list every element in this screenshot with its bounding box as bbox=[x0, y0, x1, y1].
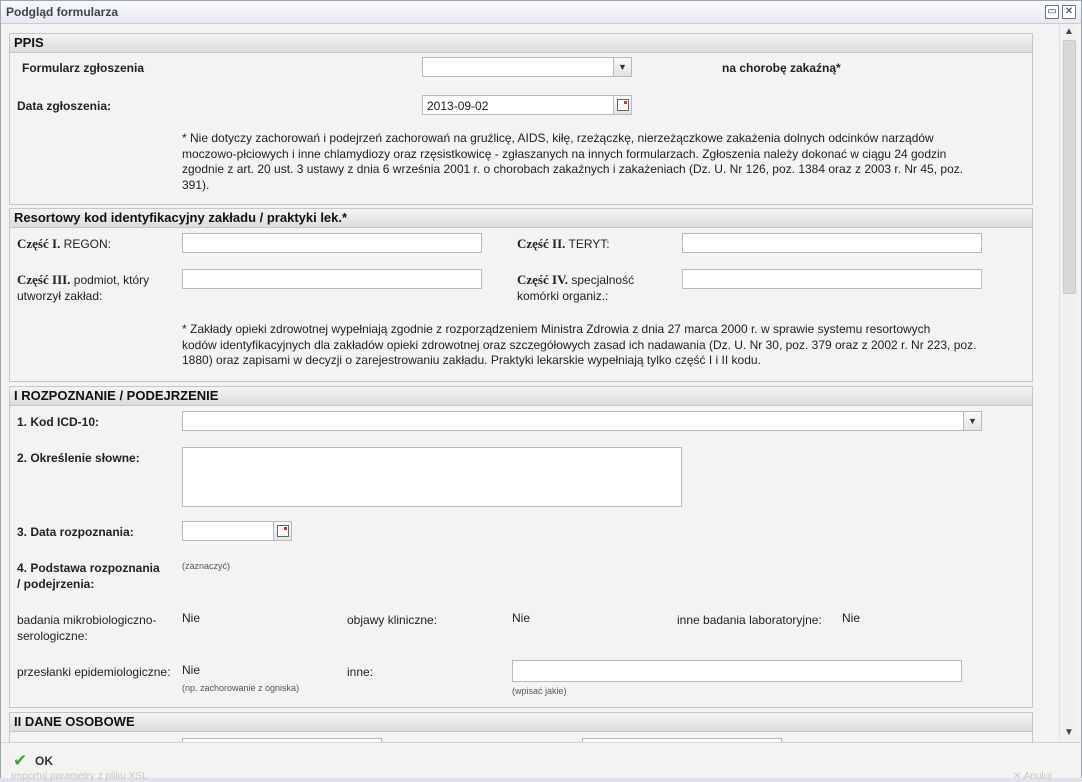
form-type-label: Formularz zgłoszenia bbox=[22, 61, 145, 75]
epi-value[interactable]: Nie bbox=[182, 662, 200, 678]
report-date-field[interactable]: 2013-09-02 bbox=[422, 95, 632, 115]
diagnosis-date-field[interactable] bbox=[182, 521, 292, 541]
part1-label: Część I. REGON: bbox=[17, 236, 112, 251]
ppis-note: * Nie dotyczy zachorowań i podejrzeń zac… bbox=[182, 131, 964, 192]
report-date-label: Data zgłoszenia: bbox=[17, 99, 112, 113]
chevron-down-icon[interactable]: ▼ bbox=[613, 58, 631, 76]
background-import-text: Importuj parametry z pliku XSL bbox=[11, 771, 148, 782]
lab-value[interactable]: Nie bbox=[842, 610, 860, 626]
close-icon[interactable]: ✕ bbox=[1062, 5, 1076, 19]
diagnosis-date-label: 3. Data rozpoznania: bbox=[17, 525, 134, 539]
micro-label: badania mikrobiologiczno-serologiczne: bbox=[17, 613, 157, 643]
section-header-ppis: PPIS bbox=[10, 34, 1032, 53]
section-ppis: PPIS Formularz zgłoszenia ▼ na chorobę z… bbox=[9, 33, 1033, 205]
micro-value[interactable]: Nie bbox=[182, 610, 200, 626]
section-diagnosis: I ROZPOZNANIE / PODEJRZENIE 1. Kod ICD-1… bbox=[9, 386, 1033, 708]
epi-hint: (np. zachorowanie z ogniska) bbox=[182, 683, 300, 693]
teryt-field[interactable] bbox=[682, 233, 982, 253]
form-type-select[interactable]: ▼ bbox=[422, 57, 632, 77]
regon-field[interactable] bbox=[182, 233, 482, 253]
title-bar: Podgląd formularza ▭ ✕ bbox=[1, 1, 1081, 24]
icd-select[interactable]: ▼ bbox=[182, 411, 982, 431]
symptoms-value[interactable]: Nie bbox=[512, 610, 530, 626]
section-personal: II DANE OSOBOWE bbox=[9, 712, 1033, 742]
lab-label: inne badania laboratoryjne: bbox=[677, 613, 822, 627]
section-resort-code: Resortowy kod identyfikacyjny zakładu / … bbox=[9, 208, 1033, 382]
form-content: PPIS Formularz zgłoszenia ▼ na chorobę z… bbox=[1, 24, 1059, 742]
calendar-icon[interactable] bbox=[613, 96, 631, 114]
scroll-up-icon[interactable]: ▲ bbox=[1064, 26, 1074, 37]
verbal-label: 2. Określenie słowne: bbox=[17, 451, 140, 465]
epi-label: przesłanki epidemiologiczne: bbox=[17, 665, 171, 679]
symptoms-label: objawy kliniczne: bbox=[347, 613, 438, 627]
part2-label: Część II. TERYT: bbox=[517, 236, 610, 251]
form-preview-window: Podgląd formularza ▭ ✕ PPIS Formularz zg… bbox=[0, 0, 1082, 782]
background-cancel-text: ✕ Anuluj bbox=[1013, 771, 1052, 782]
calendar-icon[interactable] bbox=[273, 522, 291, 540]
other-hint: (wpisać jakie) bbox=[512, 686, 567, 696]
section-header-personal: II DANE OSOBOWE bbox=[10, 713, 1032, 732]
chevron-down-icon[interactable]: ▼ bbox=[963, 412, 981, 430]
dialog-footer: ✔ OK Importuj parametry z pliku XSL ✕ An… bbox=[1, 742, 1081, 782]
entity-field[interactable] bbox=[182, 269, 482, 289]
section-header-resort: Resortowy kod identyfikacyjny zakładu / … bbox=[10, 209, 1032, 228]
restore-icon[interactable]: ▭ bbox=[1045, 5, 1059, 19]
window-title: Podgląd formularza bbox=[6, 5, 119, 19]
part3-label: Część III. podmiot, który utworzył zakład… bbox=[17, 272, 150, 303]
part4-label: Część IV. specjalność komórki organiz.: bbox=[517, 272, 635, 303]
icd-label: 1. Kod ICD-10: bbox=[17, 415, 100, 429]
scroll-thumb[interactable] bbox=[1063, 40, 1076, 294]
other-label: inne: bbox=[347, 665, 374, 679]
other-field[interactable] bbox=[512, 660, 962, 682]
check-icon: ✔ bbox=[13, 751, 28, 770]
disease-label: na chorobę zakaźną* bbox=[722, 61, 841, 75]
basis-hint: (zaznaczyć) bbox=[182, 561, 231, 571]
scroll-down-icon[interactable]: ▼ bbox=[1064, 727, 1074, 738]
resort-note: * Zakłady opieki zdrowotnej wypełniają z… bbox=[182, 322, 977, 367]
basis-label: 4. Podstawa rozpoznania / podejrzenia: bbox=[17, 561, 160, 591]
specialty-field[interactable] bbox=[682, 269, 982, 289]
verbal-textarea[interactable] bbox=[182, 447, 682, 507]
section-header-diagnosis: I ROZPOZNANIE / PODEJRZENIE bbox=[10, 387, 1032, 406]
vertical-scrollbar[interactable]: ▲ ▼ bbox=[1059, 24, 1078, 742]
